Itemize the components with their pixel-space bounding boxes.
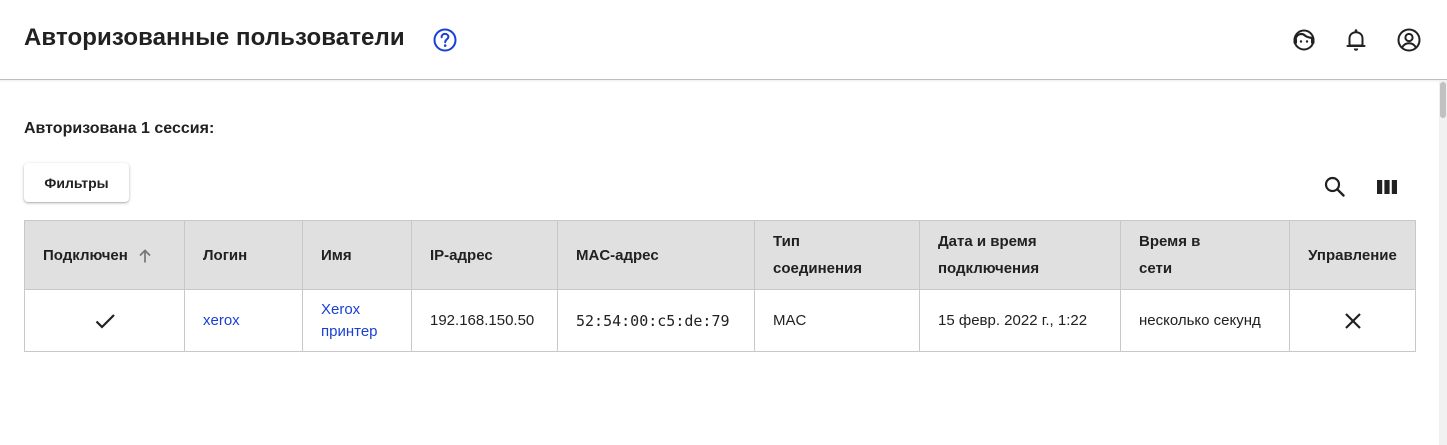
filters-button[interactable]: Фильтры (24, 163, 129, 202)
close-icon[interactable] (1342, 310, 1364, 332)
column-header-label: соединения (773, 260, 863, 277)
table-row: xerox Xerox принтер 192.168.150.50 52:54:… (24, 289, 1416, 352)
search-icon[interactable] (1322, 174, 1348, 200)
columns-icon[interactable] (1374, 174, 1400, 200)
mac-cell: 52:54:00:c5:de:79 (557, 289, 755, 352)
check-icon (95, 313, 115, 329)
table-header-row: Подключен Логин Имя IP-адрес MAC-адрес Т… (24, 220, 1416, 290)
ip-cell: 192.168.150.50 (411, 289, 558, 352)
scrollbar-thumb[interactable] (1440, 82, 1446, 118)
column-header-login[interactable]: Логин (184, 220, 303, 290)
column-header-mac[interactable]: MAC-адрес (557, 220, 755, 290)
page-title: Авторизованные пользователи (24, 24, 405, 51)
column-header-label: Тип (773, 233, 800, 250)
login-link[interactable]: xerox (203, 312, 240, 329)
column-header-connection-type[interactable]: Тип соединения (754, 220, 920, 290)
connected-at-cell: 15 февр. 2022 г., 1:22 (919, 289, 1121, 352)
top-bar: Авторизованные пользователи (0, 0, 1447, 80)
column-header-label: сети (1139, 260, 1173, 277)
name-link-line: принтер (321, 322, 378, 340)
name-link[interactable]: Xerox принтер (321, 301, 378, 340)
column-header-label: Дата и время (938, 233, 1037, 250)
name-cell: Xerox принтер (302, 289, 412, 352)
connection-type-cell: MAC (754, 289, 920, 352)
column-header-connected[interactable]: Подключен (24, 220, 185, 290)
column-header-online-time[interactable]: Время в сети (1120, 220, 1290, 290)
column-header-connected-at[interactable]: Дата и время подключения (919, 220, 1121, 290)
help-icon[interactable] (432, 27, 458, 53)
actions-cell (1289, 289, 1416, 352)
column-header-actions: Управление (1289, 220, 1416, 290)
column-header-name[interactable]: Имя (302, 220, 412, 290)
support-icon[interactable] (1291, 27, 1317, 53)
scrollbar[interactable] (1439, 80, 1447, 445)
login-cell: xerox (184, 289, 303, 352)
session-count: Авторизована 1 сессия: (24, 120, 215, 137)
column-header-label: Время в (1139, 233, 1201, 250)
column-header-ip[interactable]: IP-адрес (411, 220, 558, 290)
name-link-line: Xerox (321, 300, 361, 318)
bell-icon[interactable] (1343, 27, 1369, 53)
account-icon[interactable] (1396, 27, 1422, 53)
column-header-label: Подключен (43, 246, 128, 264)
online-time-cell: несколько секунд (1120, 289, 1290, 352)
sort-arrow-up-icon[interactable] (138, 248, 152, 264)
sessions-table: Подключен Логин Имя IP-адрес MAC-адрес Т… (24, 220, 1416, 352)
connected-cell (24, 289, 185, 352)
column-header-label: подключения (938, 260, 1040, 277)
